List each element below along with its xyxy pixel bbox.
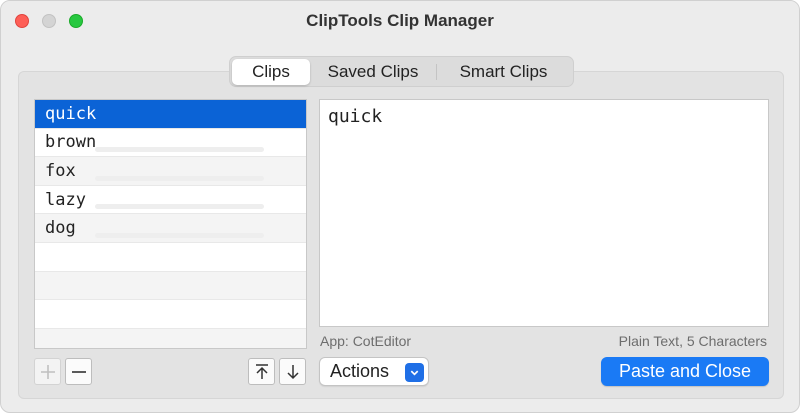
clip-text: quick <box>45 103 97 124</box>
move-down-button[interactable] <box>279 358 306 385</box>
clip-manager-window: ClipTools Clip Manager Clips Saved Clips… <box>0 0 800 413</box>
tab-clips[interactable]: Clips <box>232 58 310 85</box>
arrow-down-icon <box>286 364 299 379</box>
list-item[interactable]: quick <box>35 100 306 129</box>
title-bar[interactable]: ClipTools Clip Manager <box>1 1 799 41</box>
preview-text: quick <box>328 106 383 127</box>
tab-saved-clips[interactable]: Saved Clips <box>310 59 436 85</box>
clip-preview[interactable]: quick <box>319 99 769 327</box>
clip-info-label: Plain Text, 5 Characters <box>618 333 767 349</box>
add-clip-button[interactable] <box>34 358 61 385</box>
chevron-down-icon <box>405 363 424 382</box>
clip-text: lazy <box>45 189 86 210</box>
plus-icon <box>40 364 55 379</box>
minus-icon <box>71 370 86 373</box>
actions-menu-button[interactable]: Actions <box>319 357 429 386</box>
clip-text: brown <box>45 132 97 153</box>
clip-text: dog <box>45 218 76 239</box>
list-item[interactable]: brown <box>35 129 306 158</box>
tab-bar: Clips Saved Clips Smart Clips <box>229 56 574 87</box>
list-item[interactable]: dog <box>35 214 306 243</box>
list-item-empty <box>35 243 306 272</box>
remove-clip-button[interactable] <box>65 358 92 385</box>
window-title: ClipTools Clip Manager <box>306 11 494 30</box>
list-item[interactable]: lazy <box>35 186 306 215</box>
list-item[interactable]: fox <box>35 157 306 186</box>
list-item-empty <box>35 300 306 329</box>
tab-smart-clips[interactable]: Smart Clips <box>437 59 570 85</box>
paste-and-close-button[interactable]: Paste and Close <box>601 357 769 386</box>
list-item-empty <box>35 271 306 301</box>
list-item-empty <box>35 328 306 348</box>
arrow-to-top-icon <box>255 363 268 379</box>
source-app-label: App: CotEditor <box>320 333 412 349</box>
move-to-top-button[interactable] <box>248 358 275 385</box>
clip-text: fox <box>45 160 76 181</box>
actions-label: Actions <box>330 361 390 381</box>
clip-list[interactable]: quick brown fox lazy dog <box>34 99 307 349</box>
